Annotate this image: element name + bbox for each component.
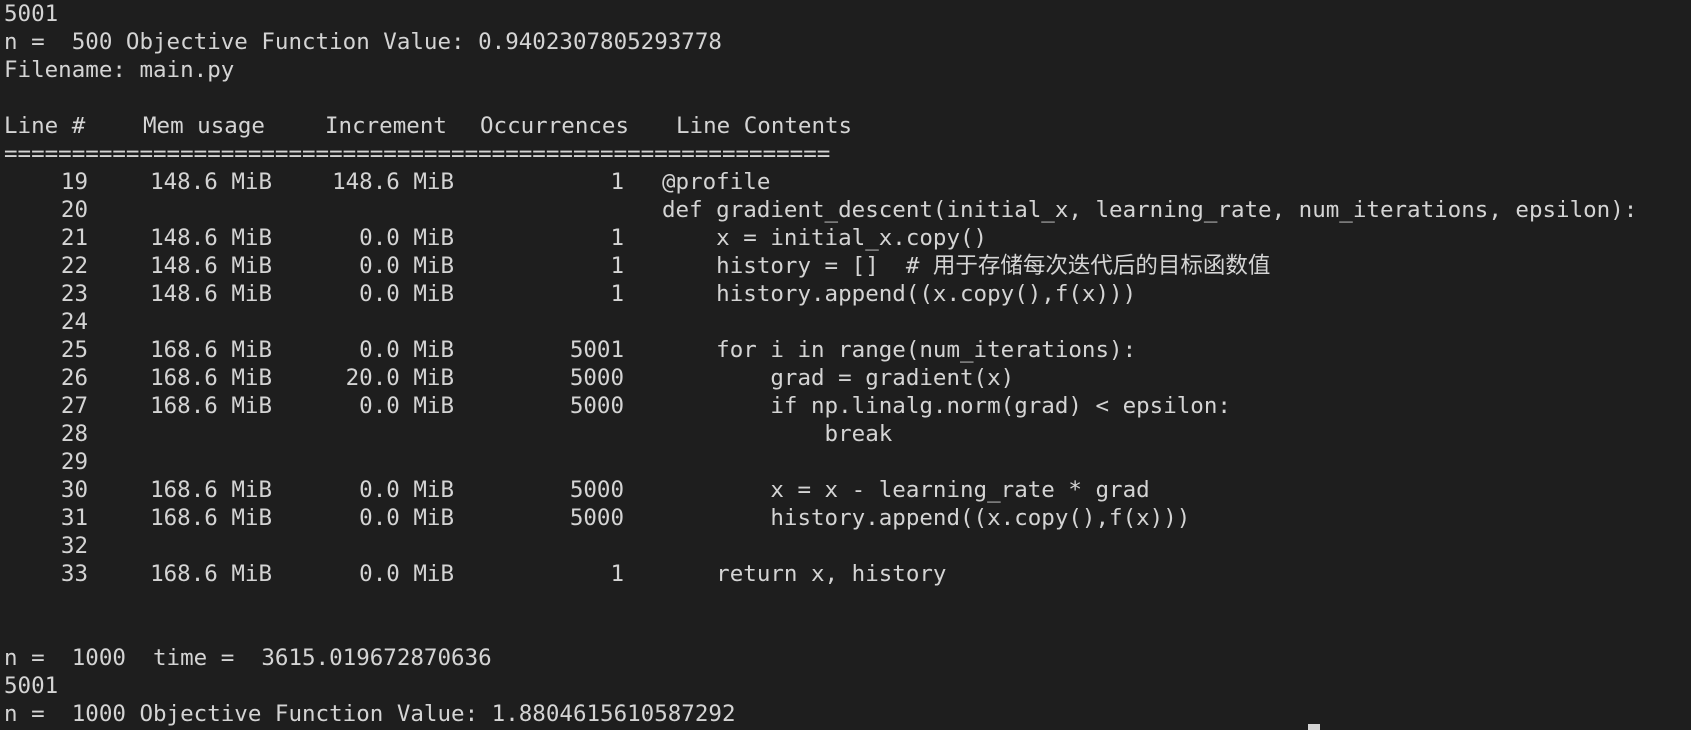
line-contents: break xyxy=(662,421,893,447)
profiler-row: 21 148.6 MiB 0.0 MiB 1 x = initial_x.copy() xyxy=(4,224,1691,252)
increment: 0.0 MiB xyxy=(359,225,454,251)
occurrences: 1 xyxy=(610,225,624,251)
line-number: 24 xyxy=(60,309,88,335)
line-number: 20 xyxy=(60,197,88,223)
mem-usage: 148.6 MiB xyxy=(150,169,272,195)
line-contents: @profile xyxy=(662,169,771,195)
line-contents: grad = gradient(x) xyxy=(662,365,1015,391)
header-mem-usage: Mem usage xyxy=(143,113,265,139)
profiler-row: 25 168.6 MiB 0.0 MiB 5001 for i in range(nu… xyxy=(4,336,1691,364)
mem-usage: 148.6 MiB xyxy=(150,281,272,307)
line-contents: history.append((x.copy(),f(x))) xyxy=(662,505,1191,531)
output-line: 5001 xyxy=(4,1,59,27)
occurrences: 5001 xyxy=(569,337,624,363)
increment: 0.0 MiB xyxy=(359,253,454,279)
terminal-cursor xyxy=(1308,724,1320,730)
header-line-number: Line # xyxy=(4,113,86,139)
line-number: 25 xyxy=(60,337,88,363)
line-contents: def gradient_descent(initial_x, learning… xyxy=(662,197,1638,223)
separator-text: ========================================… xyxy=(4,141,831,167)
increment: 0.0 MiB xyxy=(359,505,454,531)
profiler-row: 26 168.6 MiB 20.0 MiB 5000 grad = gradient(… xyxy=(4,364,1691,392)
profiler-row: 32 xyxy=(4,532,1691,560)
header-occurrences: Occurrences xyxy=(480,113,630,139)
profiler-row: 29 xyxy=(4,448,1691,476)
increment: 20.0 MiB xyxy=(345,365,454,391)
profiler-row: 22 148.6 MiB 0.0 MiB 1 history = [] # 用于存储每… xyxy=(4,252,1691,280)
profiler-rows: 19 148.6 MiB 148.6 MiB 1 @profile 20 def gradi… xyxy=(4,168,1691,588)
profiler-row: 23 148.6 MiB 0.0 MiB 1 history.append((x.co… xyxy=(4,280,1691,308)
profiler-row: 33 168.6 MiB 0.0 MiB 1 return x, history xyxy=(4,560,1691,588)
cut-off-text xyxy=(1000,723,1280,727)
line-number: 26 xyxy=(60,365,88,391)
line-number: 28 xyxy=(60,421,88,447)
line-number: 22 xyxy=(60,253,88,279)
occurrences: 5000 xyxy=(569,393,624,419)
output-line: n = 500 Objective Function Value: 0.9402… xyxy=(4,29,722,55)
line-contents: history.append((x.copy(),f(x))) xyxy=(662,281,1137,307)
occurrences: 1 xyxy=(610,281,624,307)
occurrences: 5000 xyxy=(569,477,624,503)
mem-usage: 168.6 MiB xyxy=(150,561,272,587)
profiler-row: 30 168.6 MiB 0.0 MiB 5000 x = x - learning_… xyxy=(4,476,1691,504)
output-line: Filename: main.py xyxy=(4,57,235,83)
occurrences: 5000 xyxy=(569,505,624,531)
line-contents: return x, history xyxy=(662,561,947,587)
profiler-row: 28 break xyxy=(4,420,1691,448)
line-number: 31 xyxy=(60,505,88,531)
line-number: 23 xyxy=(60,281,88,307)
mem-usage: 148.6 MiB xyxy=(150,253,272,279)
line-number: 30 xyxy=(60,477,88,503)
line-contents: x = x - learning_rate * grad xyxy=(662,477,1150,503)
header-line-contents: Line Contents xyxy=(676,113,853,139)
increment: 148.6 MiB xyxy=(332,169,454,195)
increment: 0.0 MiB xyxy=(359,477,454,503)
occurrences: 5000 xyxy=(569,365,624,391)
line-number: 29 xyxy=(60,449,88,475)
occurrences: 1 xyxy=(610,561,624,587)
line-contents: for i in range(num_iterations): xyxy=(662,337,1137,363)
occurrences: 1 xyxy=(610,253,624,279)
line-contents: x = initial_x.copy() xyxy=(662,225,988,251)
increment: 0.0 MiB xyxy=(359,337,454,363)
line-number: 19 xyxy=(60,169,88,195)
profiler-row: 27 168.6 MiB 0.0 MiB 5000 if np.linalg.norm… xyxy=(4,392,1691,420)
line-number: 33 xyxy=(60,561,88,587)
line-number: 21 xyxy=(60,225,88,251)
mem-usage: 168.6 MiB xyxy=(150,337,272,363)
terminal-output[interactable]: 5001 n = 500 Objective Function Value: 0… xyxy=(0,0,1691,730)
line-number: 32 xyxy=(60,533,88,559)
header-increment: Increment xyxy=(325,113,447,139)
profiler-row: 31 168.6 MiB 0.0 MiB 5000 history.append((x… xyxy=(4,504,1691,532)
profiler-row: 20 def gradient_descent(initial_x, learni… xyxy=(4,196,1691,224)
increment: 0.0 MiB xyxy=(359,561,454,587)
profiler-header: Line # Mem usage Increment Occurrences L… xyxy=(4,112,1691,140)
mem-usage: 168.6 MiB xyxy=(150,477,272,503)
line-contents: if np.linalg.norm(grad) < epsilon: xyxy=(662,393,1231,419)
line-number: 27 xyxy=(60,393,88,419)
profiler-row: 19 148.6 MiB 148.6 MiB 1 @profile xyxy=(4,168,1691,196)
line-contents: history = [] # 用于存储每次迭代后的目标函数值 xyxy=(662,253,1271,279)
mem-usage: 168.6 MiB xyxy=(150,505,272,531)
output-line: n = 1000 time = 3615.019672870636 xyxy=(4,645,492,671)
mem-usage: 168.6 MiB xyxy=(150,365,272,391)
increment: 0.0 MiB xyxy=(359,393,454,419)
profiler-separator: ========================================… xyxy=(4,140,1691,168)
occurrences: 1 xyxy=(610,169,624,195)
output-line: n = 1000 Objective Function Value: 1.880… xyxy=(4,701,736,727)
output-line: 5001 xyxy=(4,673,59,699)
increment: 0.0 MiB xyxy=(359,281,454,307)
mem-usage: 168.6 MiB xyxy=(150,393,272,419)
mem-usage: 148.6 MiB xyxy=(150,225,272,251)
profiler-row: 24 xyxy=(4,308,1691,336)
